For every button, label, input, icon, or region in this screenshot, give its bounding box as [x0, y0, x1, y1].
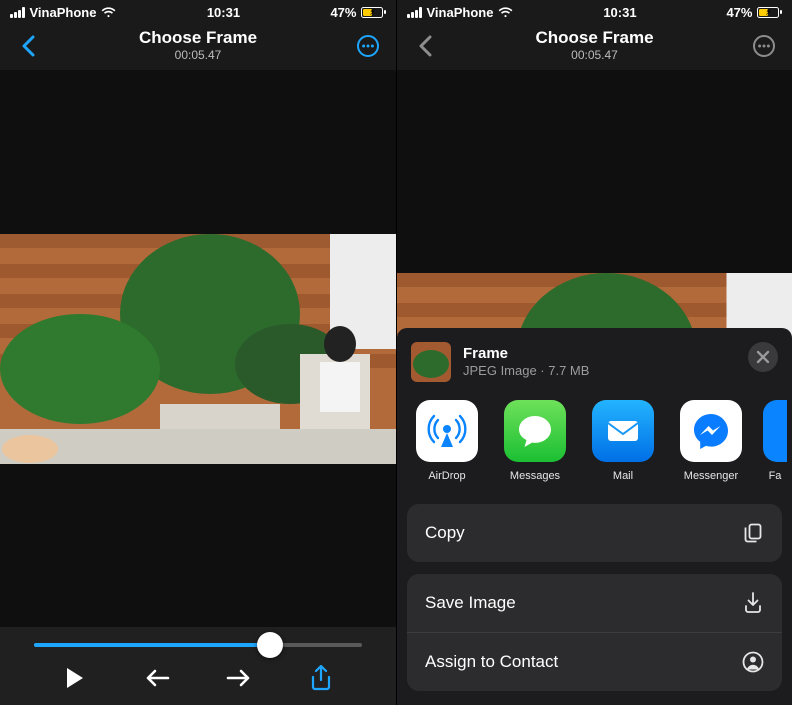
battery-pct-label: 47% — [726, 5, 752, 20]
back-button[interactable] — [411, 32, 439, 60]
action-label: Save Image — [425, 593, 516, 613]
signal-icon — [407, 7, 422, 18]
wifi-icon — [101, 7, 116, 18]
right-pane: VinaPhone 10:31 47% ⚡︎ Choose Frame 00:0… — [396, 0, 792, 705]
next-frame-button[interactable] — [226, 665, 252, 691]
app-label: Fa — [769, 470, 782, 482]
nav-bar: Choose Frame 00:05.47 — [397, 22, 792, 70]
battery-icon: ⚡︎ — [361, 7, 386, 18]
share-app-messenger[interactable]: Messenger — [675, 400, 747, 482]
messenger-icon — [680, 400, 742, 462]
share-app-partial[interactable]: Fa — [763, 400, 787, 482]
share-apps-row[interactable]: AirDrop Messages Mail Messenger — [397, 394, 792, 492]
carrier-label: VinaPhone — [427, 5, 494, 20]
share-subtitle-label: JPEG Image · 7.7 MB — [463, 363, 589, 379]
left-pane: VinaPhone 10:31 47% ⚡︎ Choose Frame 00:0… — [0, 0, 396, 705]
copy-icon — [742, 522, 764, 544]
scrubber-thumb[interactable] — [257, 632, 283, 658]
back-button[interactable] — [14, 32, 42, 60]
battery-pct-label: 47% — [330, 5, 356, 20]
more-button[interactable] — [750, 32, 778, 60]
play-button[interactable] — [62, 665, 88, 691]
nav-bar: Choose Frame 00:05.47 — [0, 22, 396, 70]
bottom-controls — [0, 627, 396, 705]
preview-area — [0, 70, 396, 627]
app-label: Messenger — [684, 470, 738, 482]
prev-frame-button[interactable] — [144, 665, 170, 691]
app-label: Messages — [510, 470, 560, 482]
page-title: Choose Frame — [42, 29, 354, 48]
battery-icon: ⚡︎ — [757, 7, 782, 18]
partial-app-icon — [763, 400, 787, 462]
close-button[interactable] — [748, 342, 778, 372]
action-save-image[interactable]: Save Image — [407, 574, 782, 633]
share-actions-group-1: Copy — [407, 504, 782, 562]
app-label: AirDrop — [428, 470, 465, 482]
share-sheet-header: Frame JPEG Image · 7.7 MB — [397, 328, 792, 394]
share-title-label: Frame — [463, 345, 589, 364]
action-assign-contact[interactable]: Assign to Contact — [407, 633, 782, 691]
status-bar: VinaPhone 10:31 47% ⚡︎ — [397, 0, 792, 22]
action-label: Assign to Contact — [425, 652, 558, 672]
share-button[interactable] — [308, 665, 334, 691]
mail-icon — [592, 400, 654, 462]
status-bar: VinaPhone 10:31 47% ⚡︎ — [0, 0, 396, 22]
share-app-messages[interactable]: Messages — [499, 400, 571, 482]
scrubber-slider[interactable] — [34, 643, 362, 647]
download-icon — [742, 592, 764, 614]
share-thumbnail — [411, 342, 451, 382]
messages-icon — [504, 400, 566, 462]
contact-icon — [742, 651, 764, 673]
clock-label: 10:31 — [603, 5, 636, 20]
clock-label: 10:31 — [207, 5, 240, 20]
app-label: Mail — [613, 470, 633, 482]
share-sheet: Frame JPEG Image · 7.7 MB AirDrop Messag… — [397, 328, 792, 705]
page-title: Choose Frame — [439, 29, 750, 48]
share-actions-group-2: Save Image Assign to Contact — [407, 574, 782, 691]
more-button[interactable] — [354, 32, 382, 60]
frame-preview-image — [0, 234, 396, 464]
timecode-label: 00:05.47 — [439, 48, 750, 62]
action-copy[interactable]: Copy — [407, 504, 782, 562]
airdrop-icon — [416, 400, 478, 462]
close-icon — [756, 350, 770, 364]
action-label: Copy — [425, 523, 465, 543]
carrier-label: VinaPhone — [30, 5, 97, 20]
wifi-icon — [498, 7, 513, 18]
signal-icon — [10, 7, 25, 18]
timecode-label: 00:05.47 — [42, 48, 354, 62]
share-app-mail[interactable]: Mail — [587, 400, 659, 482]
share-app-airdrop[interactable]: AirDrop — [411, 400, 483, 482]
